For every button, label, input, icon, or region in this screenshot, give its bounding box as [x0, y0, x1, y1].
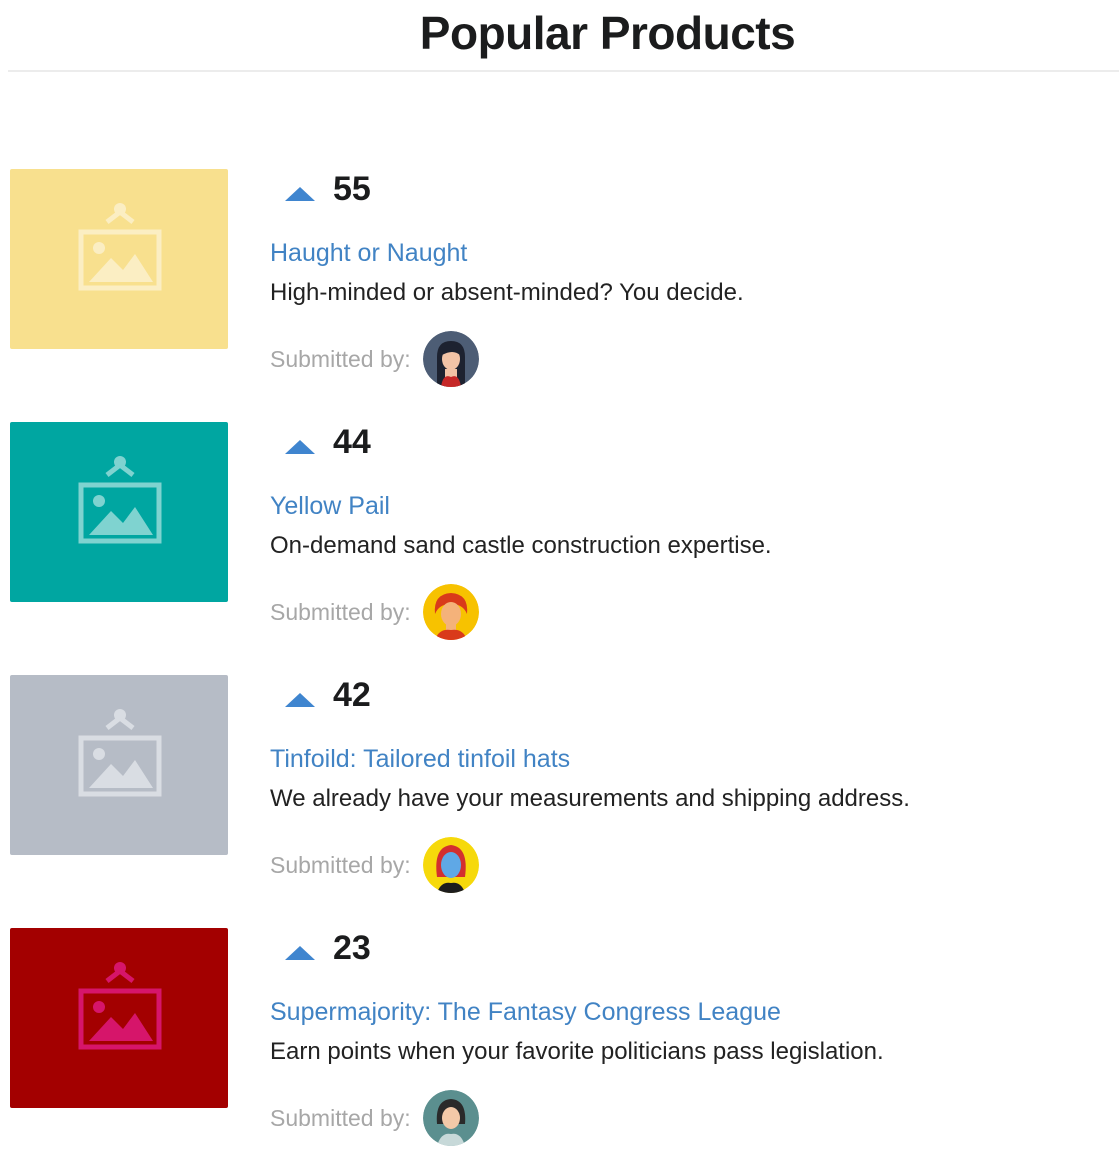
product-description: High-minded or absent-minded? You decide… [270, 279, 744, 306]
page-title: Popular Products [419, 7, 796, 59]
avatar[interactable] [422, 837, 479, 893]
vote-section: 42 [285, 675, 371, 715]
product-title-link[interactable]: Haught or Naught [270, 239, 467, 268]
product-description: Earn points when your favorite politicia… [270, 1038, 884, 1065]
product-title-link[interactable]: Supermajority: The Fantasy Congress Leag… [270, 998, 781, 1027]
avatar[interactable] [422, 1090, 479, 1146]
image-placeholder-icon [78, 456, 162, 544]
product-item: 55 Haught or Naught High-minded or absen… [10, 169, 1110, 399]
submitted-by-label: Submitted by: [270, 1104, 411, 1131]
submitted-by: Submitted by: [270, 1090, 479, 1146]
avatar[interactable] [422, 331, 479, 387]
image-placeholder-icon [78, 962, 162, 1050]
vote-count: 55 [333, 169, 371, 208]
vote-section: 44 [285, 422, 371, 462]
teal-avatar [422, 1090, 479, 1146]
red-hair-blue-face-avatar [422, 837, 479, 893]
product-title-link[interactable]: Yellow Pail [270, 492, 390, 521]
upvote-icon[interactable] [285, 946, 315, 960]
submitted-by-label: Submitted by: [270, 598, 411, 625]
product-item: 42 Tinfoild: Tailored tinfoil hats We al… [10, 675, 1110, 905]
image-placeholder-icon [78, 709, 162, 797]
product-thumbnail[interactable] [10, 675, 228, 855]
upvote-icon[interactable] [285, 187, 315, 201]
submitted-by: Submitted by: [270, 331, 479, 387]
upvote-icon[interactable] [285, 693, 315, 707]
product-description: We already have your measurements and sh… [270, 785, 910, 812]
vote-count: 44 [333, 422, 371, 461]
woman-dark-hair-avatar [422, 331, 479, 387]
submitted-by: Submitted by: [270, 837, 479, 893]
red-hair-avatar [422, 584, 479, 640]
vote-section: 23 [285, 928, 371, 968]
product-item: 44 Yellow Pail On-demand sand castle con… [10, 422, 1110, 652]
image-placeholder-icon [78, 203, 162, 291]
vote-count: 23 [333, 928, 371, 967]
submitted-by: Submitted by: [270, 584, 479, 640]
product-thumbnail[interactable] [10, 928, 228, 1108]
submitted-by-label: Submitted by: [270, 345, 411, 372]
page-header: Popular Products [8, 0, 1119, 72]
product-thumbnail[interactable] [10, 422, 228, 602]
product-title-link[interactable]: Tinfoild: Tailored tinfoil hats [270, 745, 570, 774]
avatar[interactable] [422, 584, 479, 640]
upvote-icon[interactable] [285, 440, 315, 454]
product-item: 23 Supermajority: The Fantasy Congress L… [10, 928, 1110, 1158]
submitted-by-label: Submitted by: [270, 851, 411, 878]
product-thumbnail[interactable] [10, 169, 228, 349]
vote-section: 55 [285, 169, 371, 209]
product-description: On-demand sand castle construction exper… [270, 532, 772, 559]
vote-count: 42 [333, 675, 371, 714]
